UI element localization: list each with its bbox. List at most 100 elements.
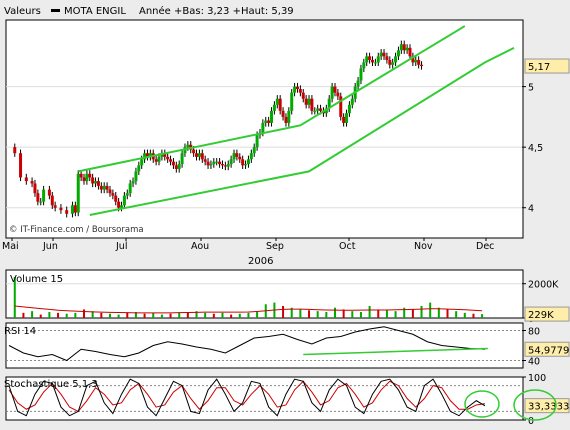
price-candle [157,156,161,162]
volume-bar [463,312,466,318]
volume-bar [100,312,103,318]
volume-bar [178,312,181,318]
price-candle [85,173,89,182]
volume-bar [230,314,233,318]
price-candle [131,181,135,184]
stochastic-tick-label: 0 [528,416,534,427]
volume-bar [394,311,397,318]
price-candle [267,120,271,123]
stochastic-last-value: 33,3333 [528,402,569,413]
price-panel [5,19,524,239]
volume-bar [256,312,259,318]
price-candle [382,52,386,57]
price-candle [30,181,34,184]
price-candle [195,153,199,157]
watermark: © IT-Finance.com / Boursorama [9,225,144,235]
price-candle [281,110,285,117]
volume-bar [411,309,414,318]
price-candle [408,47,412,57]
volume-bar [351,311,354,318]
price-candle [99,185,103,190]
price-last-value: 5,17 [528,62,550,73]
header-label: Valeurs [4,6,41,17]
price-candle [229,159,233,165]
volume-bar [48,312,51,318]
price-candle [226,164,230,167]
price-candle [287,110,291,123]
price-candle [125,193,129,196]
price-candle [396,50,400,57]
month-label: Dec [476,241,494,252]
month-label: Oct [339,241,356,252]
price-candle [65,210,69,214]
price-candle [298,89,302,93]
price-candle [88,173,92,178]
volume-bar [74,312,77,318]
price-candle [272,104,276,111]
stock-chart: Valeurs MOTA ENGIL Année +Bas: 3,23 +Hau… [2,5,570,427]
price-candle [120,205,124,208]
price-candle [244,164,248,166]
price-candle [134,171,138,182]
price-candle [345,113,349,123]
price-candle [347,104,351,114]
volume-bar [420,306,423,318]
volume-bar [333,307,336,318]
volume-bar [481,314,484,318]
price-candle [203,159,207,162]
volume-bar [247,312,250,318]
volume-bar [83,309,86,318]
price-candle [108,189,112,194]
price-candle [79,173,83,178]
volume-bar [126,312,129,318]
volume-bar [446,309,449,318]
rsi-last-value: 54,9779 [528,345,569,356]
price-candle [388,59,392,65]
price-candle [301,92,305,99]
price-candle [166,156,170,160]
price-candle [223,165,227,167]
volume-bar [316,311,319,318]
volume-bar [238,313,241,318]
price-candle [91,177,95,184]
price-candle [209,164,213,166]
price-candle [19,153,23,178]
volume-bar [368,306,371,318]
volume-bar [160,314,163,318]
volume-bar [31,311,34,318]
volume-bar [143,313,146,318]
volume-bar [308,310,311,318]
volume-bar [299,309,302,318]
price-candle [333,86,337,93]
volume-bar [22,312,25,318]
price-candle [13,147,17,154]
price-candle [252,147,256,154]
price-candle [373,62,377,64]
price-candle [177,164,181,169]
price-candle [114,195,118,202]
legend-swatch [51,9,60,12]
price-candle [370,59,374,63]
volume-bar [385,310,388,318]
price-candle [316,108,320,111]
price-candle [186,144,190,148]
price-candle [238,156,242,160]
price-candle [197,153,201,157]
volume-bar [117,314,120,318]
price-candle [399,44,403,51]
price-candle [414,59,418,63]
price-candle [94,181,98,184]
price-candle [319,108,323,111]
stochastic-title: Stochastique 5,1,3 [4,379,98,390]
price-candle [53,205,57,208]
volume-bar [472,313,475,318]
price-candle [102,185,106,190]
volume-bar [455,311,458,318]
volume-bar [39,314,42,318]
price-candle [128,183,132,194]
price-candle [137,165,141,172]
price-candle [278,98,282,111]
price-candle [402,44,406,51]
price-candle [405,47,409,51]
price-candle [255,135,259,148]
